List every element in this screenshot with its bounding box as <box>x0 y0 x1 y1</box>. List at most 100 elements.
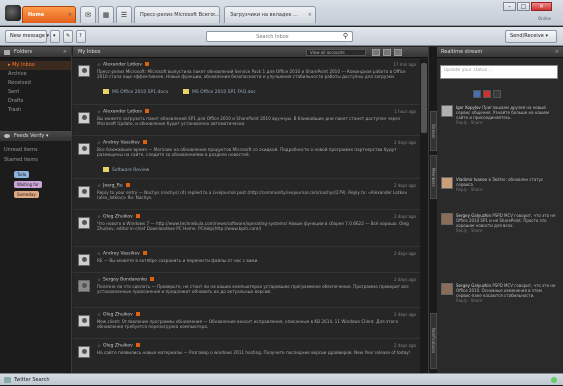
tab-press-release-label: Пресс-релиз Microsoft Всего ... <box>140 12 220 18</box>
help-icon[interactable]: ? <box>76 30 86 43</box>
post-author: ☆ Oleg Zhuikov <box>97 343 140 349</box>
attachment-link[interactable]: Software Review <box>103 167 149 173</box>
author-name[interactable]: Joerg_Ru <box>103 184 123 189</box>
stream-actions[interactable]: Reply · Share <box>456 228 482 233</box>
stream-text: Vladimir Ivanov в Twitter: обновлен стат… <box>456 177 556 192</box>
star-icon[interactable]: ☆ <box>97 63 101 68</box>
tools-icon[interactable]: ✎ <box>63 30 73 43</box>
list-item[interactable]: ☆ Andrey Vassiliev 2 days ago RE — Вы мож… <box>73 248 420 273</box>
app-logo-icon[interactable] <box>5 5 21 21</box>
stream-text: Igor Kopylov Приглашаем друзей на новый … <box>456 105 556 125</box>
list-item[interactable]: ☆ Alexander Lotkov 1 hour ago Вы можете з… <box>73 106 420 136</box>
tag-todo[interactable]: Todo <box>14 171 30 178</box>
search-input[interactable] <box>207 32 332 41</box>
star-icon[interactable]: ☆ <box>97 141 101 146</box>
tab-calendar-icon[interactable]: ▦ <box>98 6 114 23</box>
list-item[interactable]: ☆ Oleg Zhuikov 2 days ago На сайте появил… <box>73 340 420 373</box>
post-author: ☆ Oleg Zhuikov <box>97 214 140 220</box>
author-name[interactable]: Andrey Vassiliev <box>103 141 140 146</box>
window-close-icon[interactable]: × <box>531 2 552 11</box>
stream-actions[interactable]: Reply · Share <box>456 187 482 192</box>
stream-item[interactable]: Sergey Galyuzhin PSPD MCV говорит, что э… <box>441 283 557 369</box>
close-icon[interactable]: × <box>308 7 312 23</box>
stream-item[interactable]: Igor Kopylov Приглашаем друзей на новый … <box>441 105 557 169</box>
avatar <box>78 280 90 292</box>
avatar <box>78 143 90 155</box>
star-icon[interactable]: ☆ <box>97 344 101 349</box>
star-icon[interactable]: ☆ <box>97 313 101 318</box>
feed-unread-items[interactable]: Unread items <box>4 147 38 153</box>
folder-trash[interactable]: Trash <box>0 106 71 115</box>
author-name[interactable]: Alexander Lotkov <box>103 110 142 115</box>
send-receive-button[interactable]: Send/Receive ▾ <box>505 30 557 43</box>
settings-icon[interactable]: ▾ <box>50 30 60 43</box>
avatar <box>441 213 453 225</box>
tab-press-release[interactable]: Пресс-релиз Microsoft Всего ... × <box>134 6 220 23</box>
attachment-link[interactable]: MS Office 2010 SP1.docx <box>103 89 168 95</box>
list-item[interactable]: ☆ Oleg Zhuikov 2 days ago New client: Огл… <box>73 309 420 339</box>
twitter-icon[interactable] <box>493 90 501 98</box>
rss-icon <box>142 140 147 144</box>
folder-list: My Inbox Archive Received Sent Drafts Tr… <box>0 58 71 115</box>
tab-home[interactable]: Home × <box>22 6 76 23</box>
star-icon[interactable]: ☆ <box>97 110 101 115</box>
tab-mail-icon[interactable]: ✉ <box>80 6 96 23</box>
tab-contacts-icon[interactable]: ☰ <box>116 6 132 23</box>
tab-downloads[interactable]: Загрузчики на вкладке ... × <box>224 6 316 23</box>
google-icon[interactable] <box>483 90 491 98</box>
star-icon[interactable]: ☆ <box>97 184 101 189</box>
author-name[interactable]: Oleg Zhuikov <box>103 344 133 349</box>
star-icon[interactable]: ☆ <box>97 252 101 257</box>
tag-someday[interactable]: Someday <box>14 191 39 198</box>
columns-icon[interactable] <box>383 49 391 56</box>
view-filter-select[interactable]: View all accounts <box>306 49 366 56</box>
folder-drafts[interactable]: Drafts <box>0 97 71 106</box>
author-name[interactable]: Sergey Bondarenko <box>103 278 147 283</box>
avatar <box>78 315 90 327</box>
tab-stream[interactable]: Stream <box>430 111 437 151</box>
minimize-icon[interactable]: – <box>503 2 516 11</box>
feed-starred-items[interactable]: Starred items <box>4 157 38 163</box>
author-name[interactable]: Oleg Zhuikov <box>103 313 133 318</box>
twitter-search-icon <box>4 377 11 383</box>
close-pane-icon[interactable]: × <box>63 47 67 58</box>
maximize-icon[interactable]: □ <box>517 2 530 11</box>
list-item[interactable]: ☆ Sergey Bondarenko 2 days ago Полезно ли… <box>73 274 420 308</box>
attachment-link[interactable]: MS Office 2010 SP1 FAQ.doc <box>183 89 256 95</box>
list-options-icon[interactable] <box>394 49 402 56</box>
close-icon[interactable]: × <box>68 7 72 23</box>
star-icon[interactable]: ☆ <box>97 278 101 283</box>
list-item[interactable]: ☆ Andrey Vassiliev 2 days ago Все ближайш… <box>73 137 420 179</box>
close-icon[interactable]: × <box>212 7 216 23</box>
search-icon[interactable]: ⚲ <box>343 32 348 41</box>
layout-toggle-icon[interactable] <box>372 49 380 56</box>
folder-archive[interactable]: Archive <box>0 70 71 79</box>
feeds-title: Feeds Verify <box>14 133 45 139</box>
author-name[interactable]: Oleg Zhuikov <box>103 215 133 220</box>
status-update-input[interactable]: Update your status ... <box>440 65 558 79</box>
stream-item[interactable]: Vladimir Ivanov в Twitter: обновлен стат… <box>441 177 557 205</box>
footer-title[interactable]: Twitter Search <box>14 374 50 386</box>
scrollbar-thumb[interactable] <box>421 63 427 133</box>
stream-item[interactable]: Sergey Galyuzhin PSPD MCV говорит, что э… <box>441 213 557 275</box>
folder-my-inbox[interactable]: My Inbox <box>0 61 71 70</box>
tab-members[interactable]: Members <box>430 155 437 199</box>
feeds-header[interactable]: Feeds Verify ▾ <box>0 131 72 141</box>
list-item[interactable]: ☆ Oleg Zhuikov 2 days ago Что нового в Wi… <box>73 211 420 247</box>
author-name[interactable]: Alexander Lotkov <box>103 63 142 68</box>
list-item[interactable]: ☆ Joerg_Ru 2 days ago Reply to your entry… <box>73 180 420 210</box>
stream-actions[interactable]: Reply · Share <box>456 120 482 125</box>
post-body: Все ближайшее время — Магазин на обновле… <box>97 147 397 158</box>
folder-received[interactable]: Received <box>0 79 71 88</box>
close-pane-icon[interactable]: × <box>555 47 559 58</box>
vertical-scrollbar[interactable] <box>420 59 428 373</box>
stream-actions[interactable]: Reply · Share <box>456 298 482 303</box>
star-icon[interactable]: ☆ <box>97 215 101 220</box>
author-name[interactable]: Andrey Vassiliev <box>103 252 140 257</box>
tag-waiting-for[interactable]: Waiting for <box>14 181 42 188</box>
list-item[interactable]: ☆ Alexander Lotkov 17 min ago Пресс-релиз… <box>73 59 420 105</box>
new-message-button[interactable]: New message ▾ <box>5 30 49 43</box>
tab-notifications[interactable]: Notifications <box>430 313 437 369</box>
folder-sent[interactable]: Sent <box>0 88 71 97</box>
facebook-icon[interactable] <box>473 90 481 98</box>
